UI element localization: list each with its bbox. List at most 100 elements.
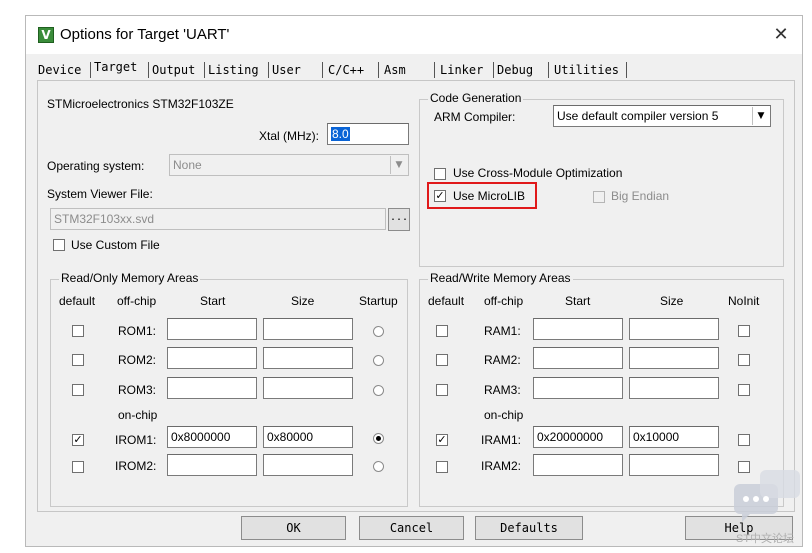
tab-divider xyxy=(148,62,149,78)
rom1-start-input[interactable] xyxy=(167,318,257,340)
rom2-startup-radio[interactable] xyxy=(373,355,384,366)
viewer-browse-button[interactable]: ... xyxy=(388,208,410,231)
tab-output[interactable]: Output xyxy=(152,60,195,80)
iram1-noinit-checkbox[interactable] xyxy=(738,434,750,446)
readonly-memory-title: Read/Only Memory Areas xyxy=(59,271,201,285)
ram3-noinit-checkbox[interactable] xyxy=(738,384,750,396)
rom3-start-input[interactable] xyxy=(167,377,257,399)
rom3-label: ROM3: xyxy=(118,383,157,397)
rom2-label: ROM2: xyxy=(118,353,157,367)
ok-button[interactable]: OK xyxy=(241,516,346,540)
cross-module-checkbox[interactable] xyxy=(434,168,446,180)
ro-header-size: Size xyxy=(291,294,315,308)
irom2-start-input[interactable] xyxy=(167,454,257,476)
tab-c-cpp[interactable]: C/C++ xyxy=(328,60,364,80)
microlib-checkbox[interactable]: ✓ xyxy=(434,190,446,202)
big-endian-checkbox[interactable] xyxy=(593,191,605,203)
readonly-memory-group: Read/Only Memory Areas default off-chip … xyxy=(50,271,408,507)
iram1-default-checkbox[interactable]: ✓ xyxy=(436,434,448,446)
rom1-default-checkbox[interactable] xyxy=(72,325,84,337)
rom3-default-checkbox[interactable] xyxy=(72,384,84,396)
irom2-size-input[interactable] xyxy=(263,454,353,476)
irom1-size-input[interactable]: 0x80000 xyxy=(263,426,353,448)
ram3-size-input[interactable] xyxy=(629,377,719,399)
target-panel: STMicroelectronics STM32F103ZE Xtal (MHz… xyxy=(37,80,795,512)
tab-device[interactable]: Device xyxy=(38,60,81,80)
viewer-file-input[interactable]: STM32F103xx.svd xyxy=(50,208,386,230)
os-value: None xyxy=(173,158,202,172)
rw-header-offchip: off-chip xyxy=(484,294,524,308)
tab-utilities[interactable]: Utilities xyxy=(554,60,619,80)
compiler-select[interactable]: Use default compiler version 5 ▼ xyxy=(553,105,771,127)
tab-linker[interactable]: Linker xyxy=(440,60,483,80)
rom2-default-checkbox[interactable] xyxy=(72,354,84,366)
rom2-size-input[interactable] xyxy=(263,347,353,369)
tab-divider xyxy=(90,62,91,78)
options-dialog: V Options for Target 'UART' ✕ Device Tar… xyxy=(25,15,803,547)
window-title: Options for Target 'UART' xyxy=(60,26,230,43)
readwrite-memory-title: Read/Write Memory Areas xyxy=(428,271,573,285)
tab-listing[interactable]: Listing xyxy=(208,60,259,80)
iram2-start-input[interactable] xyxy=(533,454,623,476)
iram1-start-input[interactable]: 0x20000000 xyxy=(533,426,623,448)
rom1-startup-radio[interactable] xyxy=(373,326,384,337)
ram1-label: RAM1: xyxy=(484,324,521,338)
rw-onchip-label: on-chip xyxy=(484,408,524,422)
irom2-label: IROM2: xyxy=(115,459,157,473)
tab-asm[interactable]: Asm xyxy=(384,60,406,80)
compiler-label: ARM Compiler: xyxy=(434,110,516,124)
chevron-down-icon: ▼ xyxy=(390,156,407,174)
ram3-default-checkbox[interactable] xyxy=(436,384,448,396)
irom1-startup-radio[interactable] xyxy=(373,433,384,444)
chevron-down-icon: ▼ xyxy=(752,107,769,125)
defaults-button[interactable]: Defaults xyxy=(475,516,583,540)
rom2-start-input[interactable] xyxy=(167,347,257,369)
iram1-size-input[interactable]: 0x10000 xyxy=(629,426,719,448)
ram1-noinit-checkbox[interactable] xyxy=(738,325,750,337)
ram1-start-input[interactable] xyxy=(533,318,623,340)
iram2-default-checkbox[interactable] xyxy=(436,461,448,473)
rom3-startup-radio[interactable] xyxy=(373,385,384,396)
ram1-default-checkbox[interactable] xyxy=(436,325,448,337)
xtal-input[interactable]: 8.0 xyxy=(327,123,409,145)
iram2-size-input[interactable] xyxy=(629,454,719,476)
irom1-default-checkbox[interactable]: ✓ xyxy=(72,434,84,446)
ram3-label: RAM3: xyxy=(484,383,521,397)
compiler-value: Use default compiler version 5 xyxy=(557,109,719,123)
os-label: Operating system: xyxy=(47,159,145,173)
close-icon[interactable]: ✕ xyxy=(770,24,792,46)
irom2-startup-radio[interactable] xyxy=(373,461,384,472)
ram1-size-input[interactable] xyxy=(629,318,719,340)
chat-bubble-icon xyxy=(734,470,800,522)
ram2-label: RAM2: xyxy=(484,353,521,367)
rom1-size-input[interactable] xyxy=(263,318,353,340)
cancel-button[interactable]: Cancel xyxy=(359,516,464,540)
ro-header-offchip: off-chip xyxy=(117,294,157,308)
viewer-label: System Viewer File: xyxy=(47,187,153,201)
os-select[interactable]: None ▼ xyxy=(169,154,409,176)
rw-header-size: Size xyxy=(660,294,684,308)
irom2-default-checkbox[interactable] xyxy=(72,461,84,473)
ram2-size-input[interactable] xyxy=(629,347,719,369)
custom-file-label: Use Custom File xyxy=(71,238,160,252)
rw-header-start: Start xyxy=(565,294,591,308)
ram2-default-checkbox[interactable] xyxy=(436,354,448,366)
tab-user[interactable]: User xyxy=(272,60,301,80)
ram3-start-input[interactable] xyxy=(533,377,623,399)
rom3-size-input[interactable] xyxy=(263,377,353,399)
tab-target[interactable]: Target xyxy=(94,57,138,79)
xtal-label: Xtal (MHz): xyxy=(259,129,319,143)
tab-divider xyxy=(204,62,205,78)
ram2-noinit-checkbox[interactable] xyxy=(738,354,750,366)
cross-module-label: Use Cross-Module Optimization xyxy=(453,166,623,180)
irom1-start-input[interactable]: 0x8000000 xyxy=(167,426,257,448)
ro-onchip-label: on-chip xyxy=(118,408,158,422)
rw-header-noinit: NoInit xyxy=(728,294,760,308)
ro-header-default: default xyxy=(59,294,96,308)
ram2-start-input[interactable] xyxy=(533,347,623,369)
xtal-value: 8.0 xyxy=(331,127,350,141)
tab-debug[interactable]: Debug xyxy=(497,60,533,80)
custom-file-checkbox[interactable] xyxy=(53,239,65,251)
tab-divider xyxy=(548,62,549,78)
code-generation-group: Code Generation ARM Compiler: Use defaul… xyxy=(419,91,784,267)
